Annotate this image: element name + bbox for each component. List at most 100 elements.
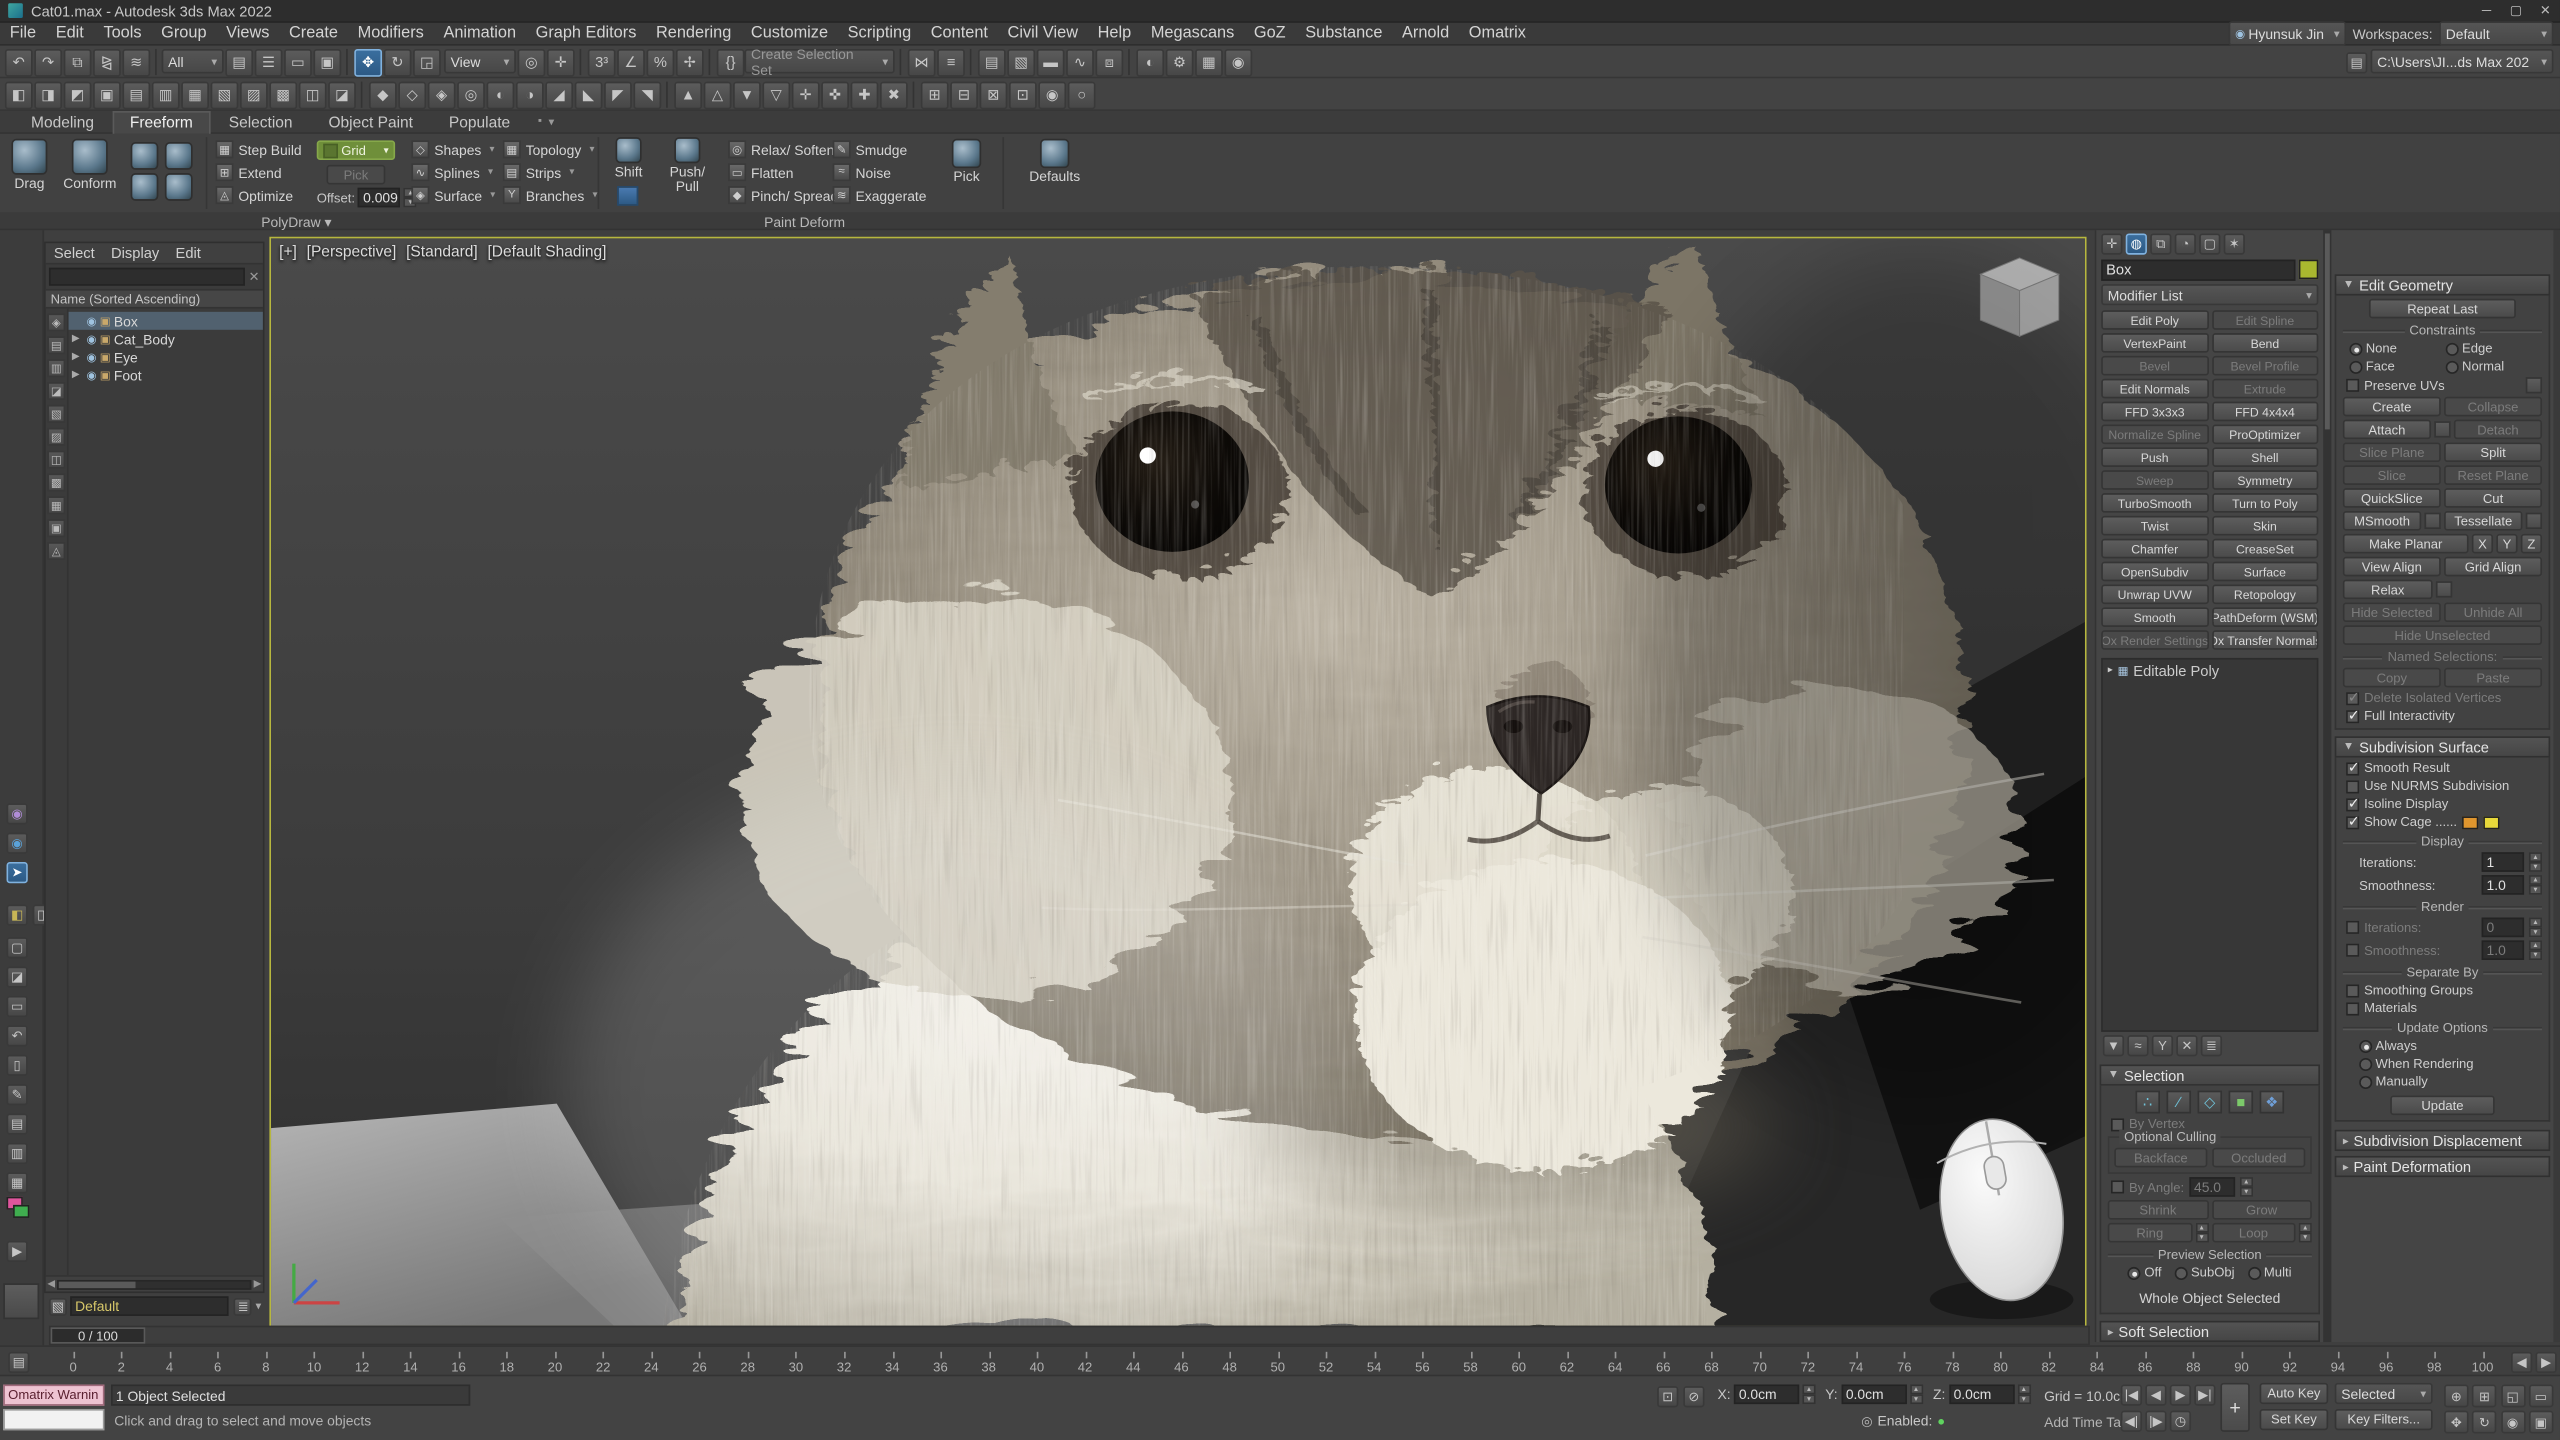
menu-item[interactable]: Modifiers <box>348 23 434 44</box>
selection-rollout-header[interactable]: ▼Selection <box>2100 1064 2320 1085</box>
modifier-button[interactable]: Sweep <box>2101 470 2208 490</box>
attach-list-button[interactable] <box>2434 421 2450 437</box>
msmooth-button[interactable]: MSmooth <box>2343 511 2421 531</box>
relax-settings-button[interactable] <box>2436 581 2452 597</box>
render-iterations-checkbox[interactable] <box>2346 921 2359 934</box>
go-to-end-icon[interactable]: ▶| <box>2194 1384 2215 1405</box>
select-and-rotate-icon[interactable]: ↻ <box>384 48 412 76</box>
update-option-radio[interactable]: Manually <box>2359 1074 2548 1089</box>
z-coordinate[interactable]: Z: 0.0cm ▲▼ <box>1933 1384 2030 1404</box>
toolbar-icon[interactable]: ◇ <box>398 81 426 109</box>
palette-icon[interactable]: ▤ <box>7 1113 28 1134</box>
menu-item[interactable]: Substance <box>1295 23 1392 44</box>
rectangular-selection-region-icon[interactable]: ▭ <box>284 48 312 76</box>
object-name-field[interactable]: Box <box>2101 259 2295 280</box>
strips-dropdown[interactable]: ▤Strips <box>503 163 598 181</box>
push-pull-button[interactable]: Push/ Pull <box>660 137 716 194</box>
toolbar-icon[interactable]: ○ <box>1068 81 1096 109</box>
modifier-button[interactable]: Turn to Poly <box>2211 493 2318 513</box>
update-option-radio[interactable]: Always <box>2359 1038 2548 1053</box>
shift-options-icon[interactable] <box>617 186 638 206</box>
ruler-scroll-left-icon[interactable]: ◀ <box>2511 1352 2532 1373</box>
search-clear-icon[interactable]: ✕ <box>249 269 260 284</box>
menu-item[interactable]: File <box>0 23 46 44</box>
active-layer-field[interactable]: Default <box>70 1296 229 1316</box>
modifier-button[interactable]: Shell <box>2211 447 2318 467</box>
constraint-normal-radio[interactable]: Normal <box>2446 359 2536 374</box>
scroll-right-icon[interactable]: ▶ <box>254 1278 262 1289</box>
polydraw-group-label[interactable]: PolyDraw ▾ <box>261 214 331 232</box>
isolate-selection-icon[interactable]: ⊡ <box>1657 1386 1678 1407</box>
explorer-filter-icon[interactable]: ◬ <box>47 542 65 560</box>
step-build-button[interactable]: ▦Step Build <box>216 140 302 158</box>
explorer-filter-icon[interactable]: ▤ <box>47 336 65 354</box>
render-setup-icon[interactable]: ⚙ <box>1166 48 1194 76</box>
explorer-search-input[interactable] <box>49 268 245 286</box>
minimize-button[interactable]: ─ <box>2472 0 2501 21</box>
explorer-filter-icon[interactable]: ▥ <box>47 359 65 377</box>
viewport-menu-token[interactable]: [Standard] <box>406 243 478 261</box>
menu-item[interactable]: Content <box>921 23 998 44</box>
backface-button[interactable]: Backface <box>2114 1148 2207 1168</box>
modifier-button[interactable]: Edit Normals <box>2101 379 2208 399</box>
modifier-button[interactable]: Bend <box>2211 333 2318 353</box>
render-smoothness-checkbox[interactable] <box>2346 944 2359 957</box>
edit-icon[interactable]: ✎ <box>7 1084 28 1105</box>
preview-option[interactable]: Off <box>2128 1265 2162 1280</box>
reset-plane-button[interactable]: Reset Plane <box>2444 465 2542 485</box>
modifier-button[interactable]: TurboSmooth <box>2101 493 2208 513</box>
scene-object-row[interactable]: ◉ ▣ Box <box>69 312 263 330</box>
modifier-button[interactable]: Push <box>2101 447 2208 467</box>
explorer-filter-icon[interactable]: ▦ <box>47 496 65 514</box>
toolbar-icon[interactable]: ▲ <box>674 81 702 109</box>
motion-tab-icon[interactable]: ◔ <box>2175 233 2196 254</box>
make-planar-y-button[interactable]: Y <box>2496 534 2517 554</box>
smooth-result-checkbox[interactable] <box>2346 762 2359 775</box>
set-keys-button[interactable]: + <box>2220 1383 2249 1432</box>
modifier-button[interactable]: Twist <box>2101 516 2208 536</box>
extend-button[interactable]: ⊞Extend <box>216 163 302 181</box>
toolbar-icon[interactable]: ◥ <box>633 81 661 109</box>
show-cage-checkbox[interactable] <box>2346 816 2359 829</box>
expand-strip-icon[interactable]: ▶ <box>7 1241 28 1262</box>
drag-button[interactable]: Drag <box>7 139 53 191</box>
paint-deformation-rollout-header[interactable]: ▸Paint Deformation <box>2335 1156 2551 1177</box>
collapse-button[interactable]: Collapse <box>2444 397 2542 417</box>
layer-explorer-icon[interactable]: ▧ <box>1007 48 1035 76</box>
menu-item[interactable]: Arnold <box>1392 23 1459 44</box>
named-selection-sets-dropdown[interactable]: Create Selection Set <box>744 49 894 73</box>
pan-icon[interactable]: ✥ <box>2444 1411 2468 1434</box>
repeat-last-button[interactable]: Repeat Last <box>2369 299 2516 319</box>
toolbar-icon[interactable]: ▽ <box>762 81 790 109</box>
toolbar-icon[interactable]: ◤ <box>604 81 632 109</box>
toolbar-icon[interactable]: ▨ <box>240 81 268 109</box>
selection-filter-dropdown[interactable]: All <box>162 49 224 73</box>
attach-button[interactable]: Attach <box>2343 420 2431 440</box>
branches-dropdown[interactable]: YBranches <box>503 186 598 204</box>
make-planar-button[interactable]: Make Planar <box>2343 534 2469 554</box>
zoom-icon[interactable]: ⊕ <box>2444 1384 2468 1407</box>
explorer-menu-item[interactable]: Display <box>103 245 168 261</box>
border-subobject-icon[interactable]: ◇ <box>2198 1091 2222 1114</box>
percent-snap-icon[interactable]: % <box>647 48 675 76</box>
delete-isolated-vertices-checkbox[interactable] <box>2346 691 2359 704</box>
modifier-button[interactable]: Ox Render Settings <box>2101 630 2208 650</box>
topology-dropdown[interactable]: ▦Topology <box>503 140 598 158</box>
toolbar-icon[interactable]: ◈ <box>428 81 456 109</box>
enabled-toggle[interactable]: ◎ Enabled: ● <box>1861 1412 1945 1428</box>
track-bar[interactable]: 0 / 100 <box>49 1326 2090 1346</box>
toolbar-icon[interactable]: ✚ <box>851 81 879 109</box>
modifier-button[interactable]: Chamfer <box>2101 539 2208 559</box>
explorer-filter-icon[interactable]: ▣ <box>47 519 65 537</box>
occluded-button[interactable]: Occluded <box>2212 1148 2305 1168</box>
render-iterations-field[interactable]: 0 <box>2482 918 2524 938</box>
ribbon-collapse-icon[interactable]: ▾ <box>548 115 554 128</box>
modifier-button[interactable]: FFD 3x3x3 <box>2101 402 2208 422</box>
panel-scrollbar[interactable] <box>2323 230 2331 1342</box>
scroll-left-icon[interactable]: ◀ <box>47 1278 55 1289</box>
toolbar-icon[interactable]: ◢ <box>545 81 573 109</box>
undo-arrow-icon[interactable]: ↶ <box>7 1025 28 1046</box>
split-button[interactable]: Split <box>2444 442 2542 462</box>
toolbar-icon[interactable]: ◎ <box>457 81 485 109</box>
menu-item[interactable]: Create <box>279 23 348 44</box>
